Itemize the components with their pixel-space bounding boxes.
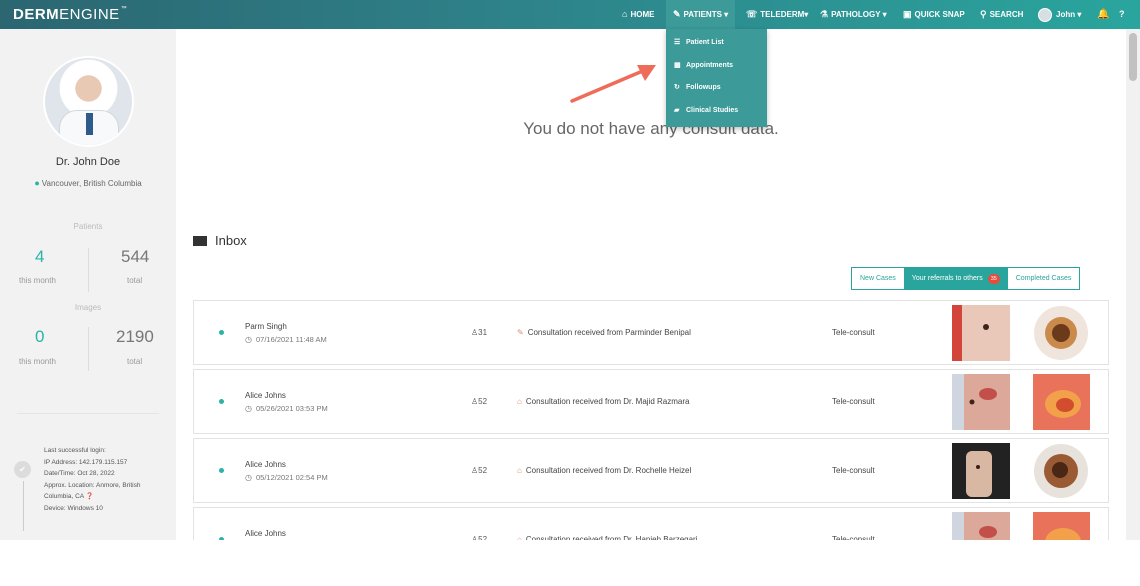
folder-icon: ▰ bbox=[674, 107, 680, 114]
consult-description: ✎ Consultation received from Parminder Be… bbox=[517, 328, 691, 337]
camera-icon: ▣ bbox=[903, 9, 912, 19]
patient-name: Parm Singh bbox=[245, 322, 287, 331]
patient-name: Alice Johns bbox=[245, 529, 286, 538]
patients-section-label: Patients bbox=[73, 222, 103, 231]
table-row[interactable]: Parm Singh ◷ 07/16/2021 11:48 AM ♙31 ✎ Con… bbox=[193, 300, 1109, 365]
table-row[interactable]: Alice Johns ◷ 05/12/2021 02:54 PM ♙52 ⌂ Co… bbox=[193, 438, 1109, 503]
patients-total-count: 544 bbox=[121, 247, 150, 266]
patients-total-label: total bbox=[127, 276, 143, 285]
dermengine-logo[interactable]: DERMENGINE™ bbox=[13, 6, 127, 23]
house-icon: ⌂ bbox=[517, 397, 522, 406]
case-date: ◷ 05/26/2021 03:53 PM bbox=[245, 404, 328, 413]
images-total-count: 2190 bbox=[116, 327, 154, 346]
house-icon: ⌂ bbox=[517, 466, 522, 475]
dermoscopy-image-thumbnail[interactable] bbox=[1033, 374, 1090, 430]
home-icon: ⌂ bbox=[622, 9, 628, 19]
patients-month-label: this month bbox=[19, 276, 56, 285]
dermoscopy-image-thumbnail[interactable] bbox=[1033, 305, 1090, 361]
menu-item-followups[interactable]: ↻ Followups bbox=[666, 77, 767, 99]
doctor-location: ● Vancouver, British Columbia bbox=[34, 178, 142, 188]
case-date: ◷ 07/16/2021 11:48 AM bbox=[245, 335, 327, 344]
scrollbar-thumb[interactable] bbox=[1129, 33, 1137, 81]
menu-item-clinical-studies[interactable]: ▰ Clinical Studies bbox=[666, 100, 767, 122]
patient-name: Alice Johns bbox=[245, 391, 286, 400]
menu-item-appointments[interactable]: ▦ Appointments bbox=[666, 55, 767, 77]
nav-pathology[interactable]: ⚗ PATHOLOGY ▾ bbox=[820, 0, 887, 29]
tab-new-cases[interactable]: New Cases bbox=[852, 268, 904, 289]
inbox-tabs: New Cases Your referrals to others 35 Com… bbox=[851, 267, 1081, 290]
location-pin-icon: ● bbox=[34, 178, 40, 188]
microscope-icon: ⚗ bbox=[820, 9, 829, 19]
notifications-bell-icon[interactable]: 🔔 bbox=[1097, 0, 1109, 29]
user-avatar-icon bbox=[1038, 7, 1052, 22]
images-month-label: this month bbox=[19, 357, 56, 366]
clinical-image-thumbnail[interactable] bbox=[952, 305, 1010, 361]
patient-age: ♙52 bbox=[471, 397, 488, 406]
list-icon: ☰ bbox=[674, 39, 681, 46]
unread-dot bbox=[219, 399, 224, 404]
consult-type: Tele-consult bbox=[832, 466, 875, 475]
unread-dot bbox=[219, 468, 224, 473]
clock-icon: ◷ bbox=[245, 473, 252, 482]
nav-user-menu[interactable]: John ▾ bbox=[1038, 0, 1081, 29]
no-consult-data-message: You do not have any consult data. bbox=[523, 119, 779, 138]
patient-name: Alice Johns bbox=[245, 460, 286, 469]
nav-home[interactable]: ⌂ HOME bbox=[622, 0, 654, 29]
patients-dropdown-menu: ☰ Patient List ▦ Appointments ↻ Followups ▰… bbox=[666, 29, 767, 127]
dermoscopy-image-thumbnail[interactable] bbox=[1033, 443, 1090, 499]
inbox-header: Inbox bbox=[193, 233, 247, 248]
envelope-icon bbox=[193, 236, 207, 246]
menu-item-patient-list[interactable]: ☰ Patient List bbox=[666, 32, 767, 54]
clock-icon: ◷ bbox=[245, 404, 252, 413]
consult-type: Tele-consult bbox=[832, 397, 875, 406]
calendar-icon: ▦ bbox=[674, 62, 681, 69]
consult-description: ⌂ Consultation received from Dr. Majid Ra… bbox=[517, 397, 690, 406]
images-total-label: total bbox=[127, 357, 143, 366]
clinical-image-thumbnail[interactable] bbox=[952, 443, 1010, 499]
login-check-icon: ✔ bbox=[14, 461, 31, 478]
consult-description: ⌂ Consultation received from Dr. Rochelle… bbox=[517, 466, 692, 475]
doctor-avatar bbox=[43, 56, 134, 147]
last-login-info: Last successful login: IP Address: 142.1… bbox=[44, 447, 141, 512]
table-row[interactable]: Alice Johns ◷ 05/26/2021 03:53 PM ♙52 ⌂ Co… bbox=[193, 369, 1109, 434]
doctor-name: Dr. John Doe bbox=[55, 156, 121, 168]
case-date: ◷ 05/12/2021 02:54 PM bbox=[245, 473, 328, 482]
search-icon: ⚲ bbox=[980, 9, 987, 19]
referral-count-badge: 35 bbox=[987, 274, 1000, 284]
patient-age: ♙31 bbox=[471, 328, 488, 337]
nav-search[interactable]: ⚲ SEARCH bbox=[980, 0, 1023, 29]
profile-sidebar: Dr. John Doe ● Vancouver, British Columbi… bbox=[0, 29, 176, 540]
help-icon[interactable]: ? bbox=[1119, 0, 1125, 29]
telederm-icon: ☏ bbox=[746, 9, 758, 19]
page-scrollbar[interactable] bbox=[1126, 29, 1140, 540]
images-section-label: Images bbox=[74, 303, 102, 312]
nav-telederm[interactable]: ☏ TELEDERM▾ bbox=[746, 0, 808, 29]
unread-dot bbox=[219, 330, 224, 335]
patients-icon: ✎ bbox=[673, 9, 681, 19]
tab-completed-cases[interactable]: Completed Cases bbox=[1008, 268, 1080, 289]
clock-icon: ◷ bbox=[245, 335, 252, 344]
nav-patients[interactable]: ✎ PATIENTS ▾ bbox=[666, 0, 736, 29]
clinical-image-thumbnail[interactable] bbox=[952, 374, 1010, 430]
patients-month-count: 4 bbox=[35, 247, 45, 266]
patient-age: ♙52 bbox=[471, 466, 488, 475]
pencil-icon: ✎ bbox=[517, 328, 524, 337]
refresh-icon: ↻ bbox=[674, 84, 680, 91]
images-month-count: 0 bbox=[35, 327, 45, 346]
top-navbar: DERMENGINE™ ⌂ HOME ✎ PATIENTS ▾ ☏ TELEDERM▾… bbox=[0, 0, 1140, 29]
consult-type: Tele-consult bbox=[832, 328, 875, 337]
pointer-arrow bbox=[570, 65, 656, 103]
tab-referrals-to-others[interactable]: Your referrals to others 35 bbox=[903, 268, 1008, 289]
nav-quick-snap[interactable]: ▣ QUICK SNAP bbox=[903, 0, 965, 29]
